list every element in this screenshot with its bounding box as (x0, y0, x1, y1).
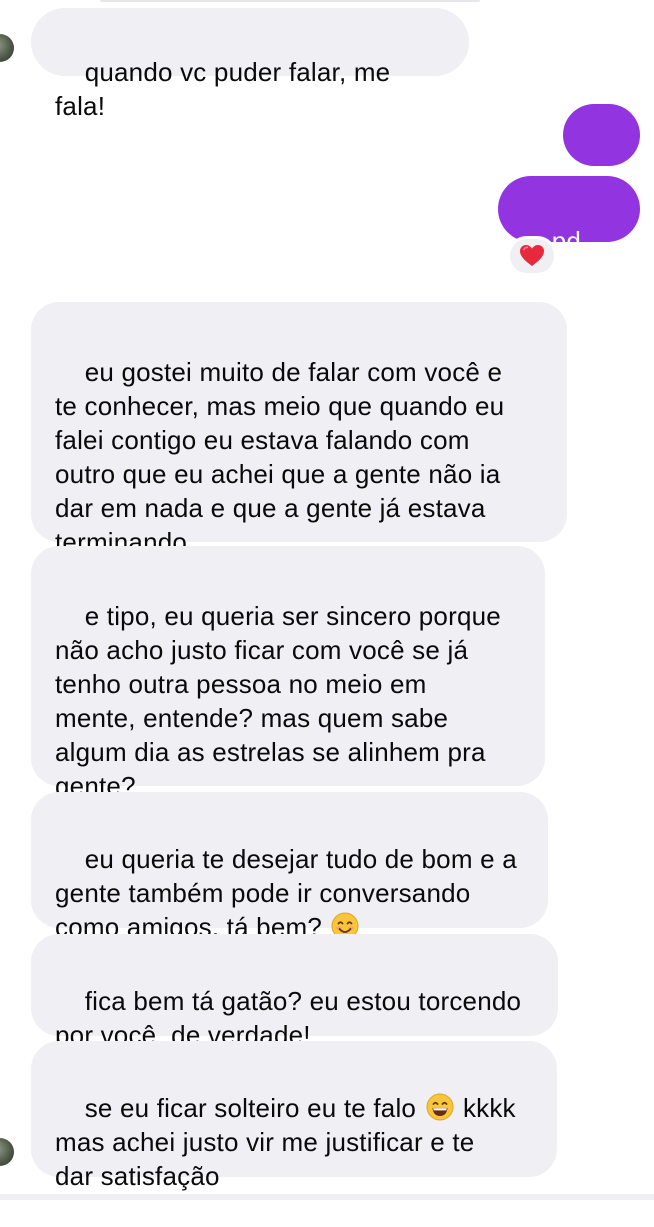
outgoing-message[interactable]: pd falar (498, 176, 640, 290)
message-text: quando vc puder falar, me fala! (55, 57, 398, 121)
incoming-message[interactable]: eu gostei muito de falar com você e te c… (31, 302, 567, 557)
incoming-message[interactable]: quando vc puder falar, me fala! (31, 8, 469, 121)
outgoing-message[interactable]: oii (563, 104, 640, 216)
message-reaction[interactable] (507, 236, 557, 276)
message-text-start: se eu ficar solteiro eu te falo (84, 1093, 424, 1123)
incoming-message[interactable]: fica bem tá gatão? eu estou torcendo por… (31, 934, 558, 1050)
message-text: eu gostei muito de falar com você e te c… (55, 357, 505, 557)
grinning-face-emoji-icon (426, 1093, 454, 1121)
incoming-message[interactable]: e tipo, eu queria ser sincero porque não… (31, 546, 545, 801)
contact-avatar[interactable] (0, 1138, 14, 1166)
contact-avatar[interactable] (0, 34, 14, 62)
heart-icon (520, 245, 544, 266)
previous-message-edge (100, 0, 480, 2)
incoming-message[interactable]: eu queria te desejar tudo de bom e a gen… (31, 792, 548, 942)
chat-thread: quando vc puder falar, me fala! oii pd f… (0, 0, 654, 1200)
message-text: e tipo, eu queria ser sincero porque não… (55, 601, 501, 801)
message-text: eu queria te desejar tudo de bom e a gen… (55, 844, 517, 942)
incoming-message[interactable]: se eu ficar solteiro eu te falo kkkk mas… (31, 1041, 557, 1191)
composer-edge (0, 1194, 654, 1200)
